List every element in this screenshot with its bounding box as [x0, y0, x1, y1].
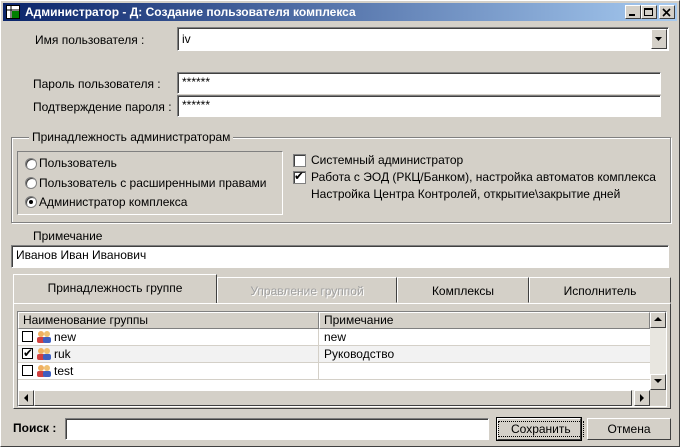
note-field[interactable]: Иванов Иван Иванович: [11, 245, 669, 268]
scroll-down-button[interactable]: [650, 374, 666, 390]
tab-group-management[interactable]: Управление группой: [217, 277, 397, 303]
tab-executor[interactable]: Исполнитель: [529, 277, 671, 303]
scroll-right-button[interactable]: [634, 390, 650, 406]
radio-complex-admin[interactable]: [25, 196, 37, 208]
save-button-label: Сохранить: [498, 421, 584, 437]
minimize-button[interactable]: [625, 5, 641, 19]
password-field[interactable]: ******: [177, 72, 661, 94]
cell-divider: [318, 363, 319, 379]
search-input[interactable]: [65, 418, 489, 440]
users-icon: [37, 365, 51, 377]
checkbox-eod-work[interactable]: [293, 169, 306, 184]
group-note-cell: new: [324, 330, 347, 344]
radio-extended-user[interactable]: [25, 177, 37, 189]
app-grid-icon: [6, 5, 20, 19]
note-label: Примечание: [33, 229, 103, 243]
group-name-cell: ruk: [54, 347, 71, 361]
column-header-note[interactable]: Примечание: [319, 312, 650, 329]
search-label: Поиск :: [13, 421, 57, 435]
control-center-label: Настройка Центра Контролей, открытие\зак…: [311, 187, 621, 201]
cancel-button[interactable]: Отмена: [587, 418, 671, 440]
checkbox-eod-work-label[interactable]: Работа с ЭОД (РКЦ/Банком), настройка авт…: [311, 170, 656, 184]
tab-group-membership-label: Принадлежность группе: [47, 281, 183, 295]
radio-extended-user-label[interactable]: Пользователь с расширенными правами: [39, 176, 266, 190]
users-icon: [37, 348, 51, 360]
checkbox-system-admin-label[interactable]: Системный администратор: [311, 153, 463, 167]
radio-complex-admin-label[interactable]: Администратор комплекса: [39, 195, 187, 209]
dialog-window: Администратор - Д: Создание пользователя…: [0, 0, 680, 447]
scroll-thumb[interactable]: [34, 390, 632, 406]
radio-user[interactable]: [25, 158, 37, 170]
tab-complexes-label: Комплексы: [431, 284, 495, 298]
vertical-scrollbar[interactable]: [650, 312, 666, 390]
confirm-password-value: ******: [182, 98, 211, 112]
close-icon: [662, 8, 671, 17]
admin-membership-legend: Принадлежность администраторам: [29, 130, 234, 144]
users-icon: [37, 331, 51, 343]
arrow-left-icon: [24, 394, 28, 402]
horizontal-scrollbar[interactable]: [18, 390, 650, 406]
note-value: Иванов Иван Иванович: [16, 248, 147, 262]
arrow-right-icon: [640, 394, 644, 402]
column-header-group-name[interactable]: Наименование группы: [18, 312, 319, 329]
group-note-cell: Руководство: [324, 347, 395, 361]
cell-divider: [318, 329, 319, 345]
password-label: Пароль пользователя :: [33, 77, 161, 91]
confirm-password-label: Подтверждение пароля :: [33, 100, 172, 114]
close-button[interactable]: [659, 5, 675, 19]
row-checkbox[interactable]: [22, 331, 33, 342]
maximize-button[interactable]: [641, 5, 657, 19]
tab-group-management-label: Управление группой: [250, 284, 364, 298]
group-name-cell: new: [54, 330, 77, 344]
arrow-up-icon: [654, 317, 662, 321]
table-row[interactable]: test: [18, 363, 650, 380]
minimize-icon: [629, 14, 635, 16]
cancel-button-label: Отмена: [607, 422, 651, 436]
row-checkbox[interactable]: [22, 365, 33, 376]
cell-divider: [318, 346, 319, 362]
checkbox-system-admin[interactable]: [293, 154, 306, 167]
chevron-down-icon: [655, 37, 662, 41]
username-dropdown-button[interactable]: [651, 29, 667, 49]
tab-executor-label: Исполнитель: [563, 284, 637, 298]
table-row[interactable]: new new: [18, 329, 650, 346]
radio-user-label[interactable]: Пользователь: [39, 156, 117, 170]
confirm-password-field[interactable]: ******: [177, 95, 661, 117]
group-grid[interactable]: Наименование группы Примечание new new r…: [17, 311, 667, 407]
scrollbar-corner: [650, 390, 666, 406]
scroll-up-button[interactable]: [650, 312, 666, 328]
window-title: Администратор - Д: Создание пользователя…: [25, 5, 356, 19]
tab-complexes[interactable]: Комплексы: [397, 277, 529, 303]
tab-group-membership[interactable]: Принадлежность группе: [13, 274, 217, 304]
scroll-left-button[interactable]: [18, 390, 34, 406]
row-checkbox[interactable]: [22, 346, 33, 360]
title-bar[interactable]: Администратор - Д: Создание пользователя…: [3, 3, 677, 21]
save-button[interactable]: Сохранить: [496, 417, 584, 441]
table-row[interactable]: ruk Руководство: [18, 346, 650, 363]
username-label: Имя пользователя :: [35, 33, 145, 47]
maximize-icon: [644, 8, 653, 16]
arrow-down-icon: [654, 379, 662, 383]
username-value: iv: [182, 32, 191, 46]
password-value: ******: [182, 75, 211, 89]
group-name-cell: test: [54, 364, 74, 378]
username-combobox[interactable]: iv: [177, 27, 669, 51]
